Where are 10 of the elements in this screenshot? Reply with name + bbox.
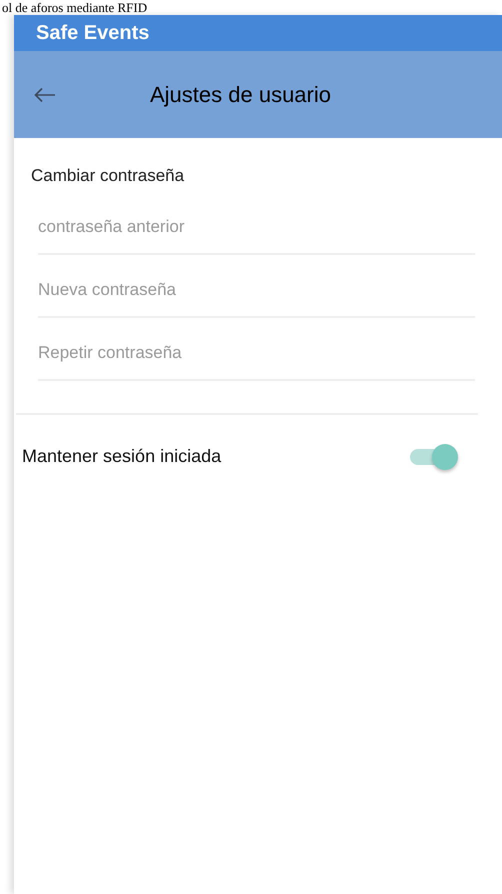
password-field[interactable]: Repetir contraseña (38, 318, 475, 381)
page-title: ol de aforos mediante RFID (1, 0, 148, 15)
back-arrow-icon[interactable] (34, 86, 56, 102)
setting-label: Mantener sesión iniciada (22, 446, 222, 466)
toggle-switch[interactable] (408, 443, 458, 469)
password-field[interactable]: contraseña anterior (38, 192, 475, 255)
section-heading: Cambiar contraseña (30, 166, 186, 186)
password-field[interactable]: Nueva contraseña (38, 255, 475, 318)
app-name: Safe Events (36, 22, 150, 44)
toolbar-title: Ajustes de usuario (150, 82, 331, 108)
